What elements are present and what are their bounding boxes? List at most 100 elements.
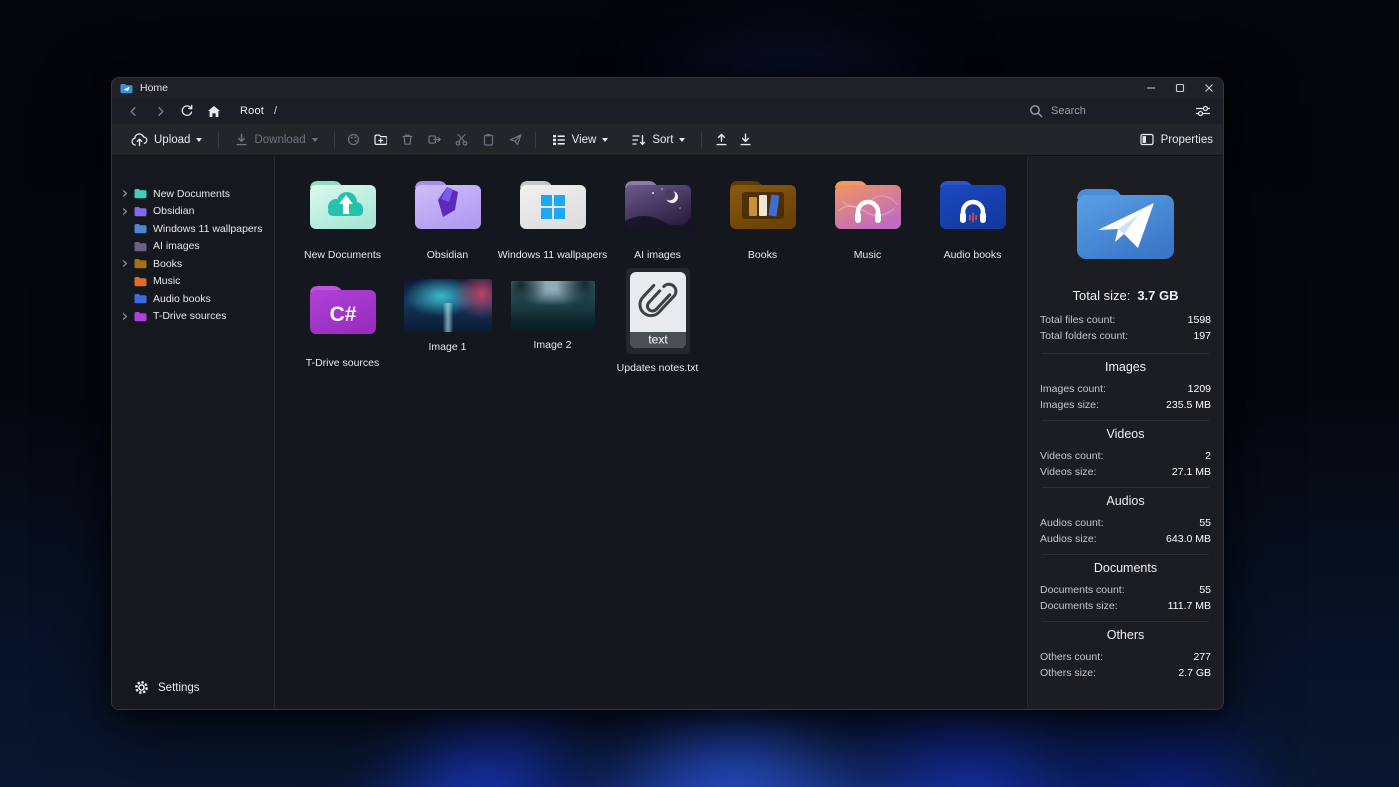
grid-item-obsidian[interactable]: Obsidian	[395, 164, 500, 275]
panel-divider	[1042, 554, 1209, 555]
grid-item-windows-11-wallpapers[interactable]: Windows 11 wallpapers	[497, 164, 608, 275]
sidebar-item-label: Windows 11 wallpapers	[153, 222, 263, 235]
sidebar-item-label: Obsidian	[153, 205, 195, 218]
search-input[interactable]	[1051, 105, 1169, 117]
grid-item-label: Windows 11 wallpapers	[497, 249, 608, 261]
telegram-folder-icon	[1073, 178, 1178, 264]
sidebar-item-music[interactable]: Music	[112, 273, 274, 291]
grid-item-label: T-Drive sources	[305, 357, 380, 369]
folder-icon	[134, 293, 147, 304]
detail-row: Others size: 2.7 GB	[1040, 667, 1211, 679]
grid-item-music[interactable]: Music	[815, 164, 920, 275]
cloud-upload-icon	[131, 132, 148, 147]
panel-divider	[1042, 353, 1209, 354]
download-tray-button[interactable]	[733, 128, 757, 152]
grid-item-audio-books[interactable]: Audio books	[920, 164, 1025, 275]
folder-icon	[134, 241, 147, 252]
chevron-right-icon[interactable]	[121, 207, 134, 216]
search-icon	[1029, 104, 1043, 118]
sidebar-item-new-documents[interactable]: New Documents	[112, 185, 274, 203]
properties-panel-icon	[1139, 133, 1154, 146]
grid-item-image-1[interactable]: Image 1	[395, 275, 500, 386]
upload-button[interactable]: Upload	[122, 128, 211, 152]
navigation-bar: Root /	[112, 98, 1223, 124]
folder-icon	[134, 276, 147, 287]
delete-icon	[396, 128, 420, 152]
sidebar-item-label: AI images	[153, 240, 200, 253]
close-button[interactable]	[1194, 78, 1223, 98]
grid-item-t-drive-sources[interactable]: C# T-Drive sources	[290, 275, 395, 386]
list-view-icon	[552, 134, 566, 146]
sidebar-item-label: Audio books	[153, 292, 211, 305]
sidebar-item-obsidian[interactable]: Obsidian	[112, 203, 274, 221]
panel-divider	[1042, 487, 1209, 488]
sort-button[interactable]: Sort	[623, 128, 694, 152]
sort-icon	[632, 134, 646, 146]
grid-item-label: Obsidian	[426, 249, 469, 261]
text-file-icon: text	[625, 268, 690, 354]
breadcrumb-root[interactable]: Root	[240, 105, 264, 117]
folder-icon	[515, 171, 591, 236]
detail-row: Audios size: 643.0 MB	[1040, 533, 1211, 545]
detail-row: Images size: 235.5 MB	[1040, 399, 1211, 411]
grid-item-label: Audio books	[943, 249, 1002, 261]
filter-icon[interactable]	[1195, 104, 1211, 118]
image-thumbnail	[403, 279, 492, 332]
detail-row: Images count: 1209	[1040, 383, 1211, 395]
chevron-down-icon	[196, 137, 203, 142]
sidebar-item-ai-images[interactable]: AI images	[112, 238, 274, 256]
detail-row: Total folders count: 197	[1040, 330, 1211, 342]
section-title-videos: Videos	[1106, 427, 1145, 441]
detail-row: Total files count: 1598	[1040, 314, 1211, 326]
upload-tray-button[interactable]	[709, 128, 733, 152]
view-button[interactable]: View	[543, 128, 618, 152]
sidebar-item-windows-11-wallpapers[interactable]: Windows 11 wallpapers	[112, 220, 274, 238]
grid-item-ai-images[interactable]: AI images	[605, 164, 710, 275]
sidebar-item-t-drive-sources[interactable]: T-Drive sources	[112, 308, 274, 326]
chevron-down-icon	[311, 137, 318, 142]
section-title-others: Others	[1106, 628, 1145, 642]
chevron-right-icon[interactable]	[121, 259, 134, 268]
grid-item-label: Books	[747, 249, 778, 261]
folder-icon: C#	[305, 276, 381, 341]
detail-row: Videos size: 27.1 MB	[1040, 466, 1211, 478]
file-grid-area: New Documents Obsidian Windows 11 wallpape…	[275, 156, 1027, 709]
total-size: Total size: 3.7 GB	[1072, 288, 1179, 303]
palette-icon	[342, 128, 366, 152]
title-bar: Home	[112, 78, 1223, 98]
detail-row: Audios count: 55	[1040, 517, 1211, 529]
back-button	[124, 103, 142, 119]
grid-item-image-2[interactable]: Image 2	[500, 275, 605, 386]
forward-button	[151, 103, 169, 119]
sidebar-item-label: New Documents	[153, 187, 231, 200]
settings-button[interactable]: Settings	[134, 680, 200, 695]
folder-icon	[830, 171, 906, 236]
refresh-button[interactable]	[178, 103, 196, 119]
detail-row: Documents size: 111.7 MB	[1040, 600, 1211, 612]
grid-item-books[interactable]: Books	[710, 164, 815, 275]
file-manager-window: Home Root / Upload Download	[111, 77, 1224, 710]
sidebar-item-label: T-Drive sources	[153, 310, 227, 323]
properties-panel: Total size: 3.7 GB Total files count: 1598…	[1027, 156, 1223, 709]
panel-divider	[1042, 420, 1209, 421]
chevron-right-icon[interactable]	[121, 189, 134, 198]
svg-text:C#: C#	[329, 303, 356, 326]
sidebar-item-label: Music	[153, 275, 181, 288]
send-icon	[504, 128, 528, 152]
chevron-right-icon[interactable]	[121, 312, 134, 321]
detail-row: Others count: 277	[1040, 651, 1211, 663]
maximize-button[interactable]	[1165, 78, 1194, 98]
grid-item-new-documents[interactable]: New Documents	[290, 164, 395, 275]
sidebar-item-books[interactable]: Books	[112, 255, 274, 273]
svg-text:text: text	[648, 333, 668, 347]
grid-item-label: New Documents	[303, 249, 382, 261]
home-button[interactable]	[205, 103, 223, 119]
chevron-down-icon	[602, 137, 609, 142]
properties-button[interactable]: Properties	[1139, 133, 1213, 146]
image-thumbnail	[510, 281, 595, 331]
download-tray-icon	[235, 133, 248, 146]
grid-item-updates-notes-txt[interactable]: text Updates notes.txt	[605, 268, 710, 386]
sidebar-item-audio-books[interactable]: Audio books	[112, 290, 274, 308]
minimize-button[interactable]	[1136, 78, 1165, 98]
new-folder-icon[interactable]	[369, 128, 393, 152]
